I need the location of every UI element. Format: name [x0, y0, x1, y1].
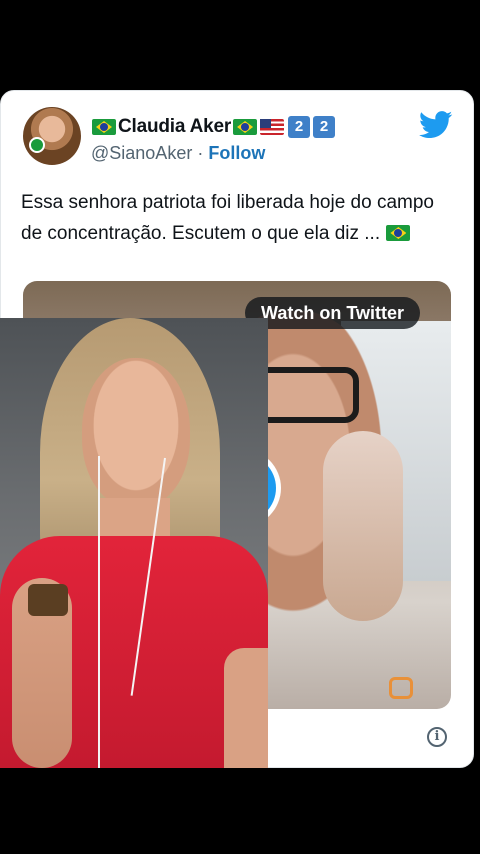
brazil-flag-icon: [386, 225, 411, 241]
tweet-body: Essa senhora patriota foi liberada hoje …: [21, 192, 434, 244]
brazil-flag-icon: [92, 119, 116, 135]
brazil-flag-icon: [233, 119, 258, 135]
reaction-video-overlay: [0, 318, 268, 768]
watch-on-twitter-button[interactable]: Watch on Twitter: [245, 297, 420, 329]
keycap-badge: 2: [288, 116, 311, 138]
avatar-flag-badge: [29, 137, 45, 153]
keycap-badge: 2: [313, 116, 336, 138]
watermark-icon: [389, 677, 413, 699]
twitter-bird-icon[interactable]: [419, 111, 453, 139]
separator-dot: ·: [197, 143, 204, 163]
tweet-text: Essa senhora patriota foi liberada hoje …: [21, 187, 451, 249]
follow-button[interactable]: Follow: [208, 143, 265, 163]
bottom-black-bar: [0, 768, 480, 854]
author-name[interactable]: Claudia Aker: [118, 116, 231, 138]
avatar[interactable]: [23, 107, 81, 165]
author-handle-row: @SianoAker · Follow: [91, 143, 265, 164]
usa-flag-icon: [260, 119, 285, 135]
reaction-phone: [28, 584, 68, 616]
top-black-bar: [0, 0, 480, 90]
author-handle[interactable]: @SianoAker: [91, 143, 192, 163]
reaction-right-arm: [224, 648, 268, 768]
hand-image: [323, 431, 403, 621]
info-icon[interactable]: i: [427, 727, 447, 747]
author-name-row[interactable]: Claudia Aker 2 2: [91, 115, 336, 139]
earphone-cable: [98, 456, 100, 768]
